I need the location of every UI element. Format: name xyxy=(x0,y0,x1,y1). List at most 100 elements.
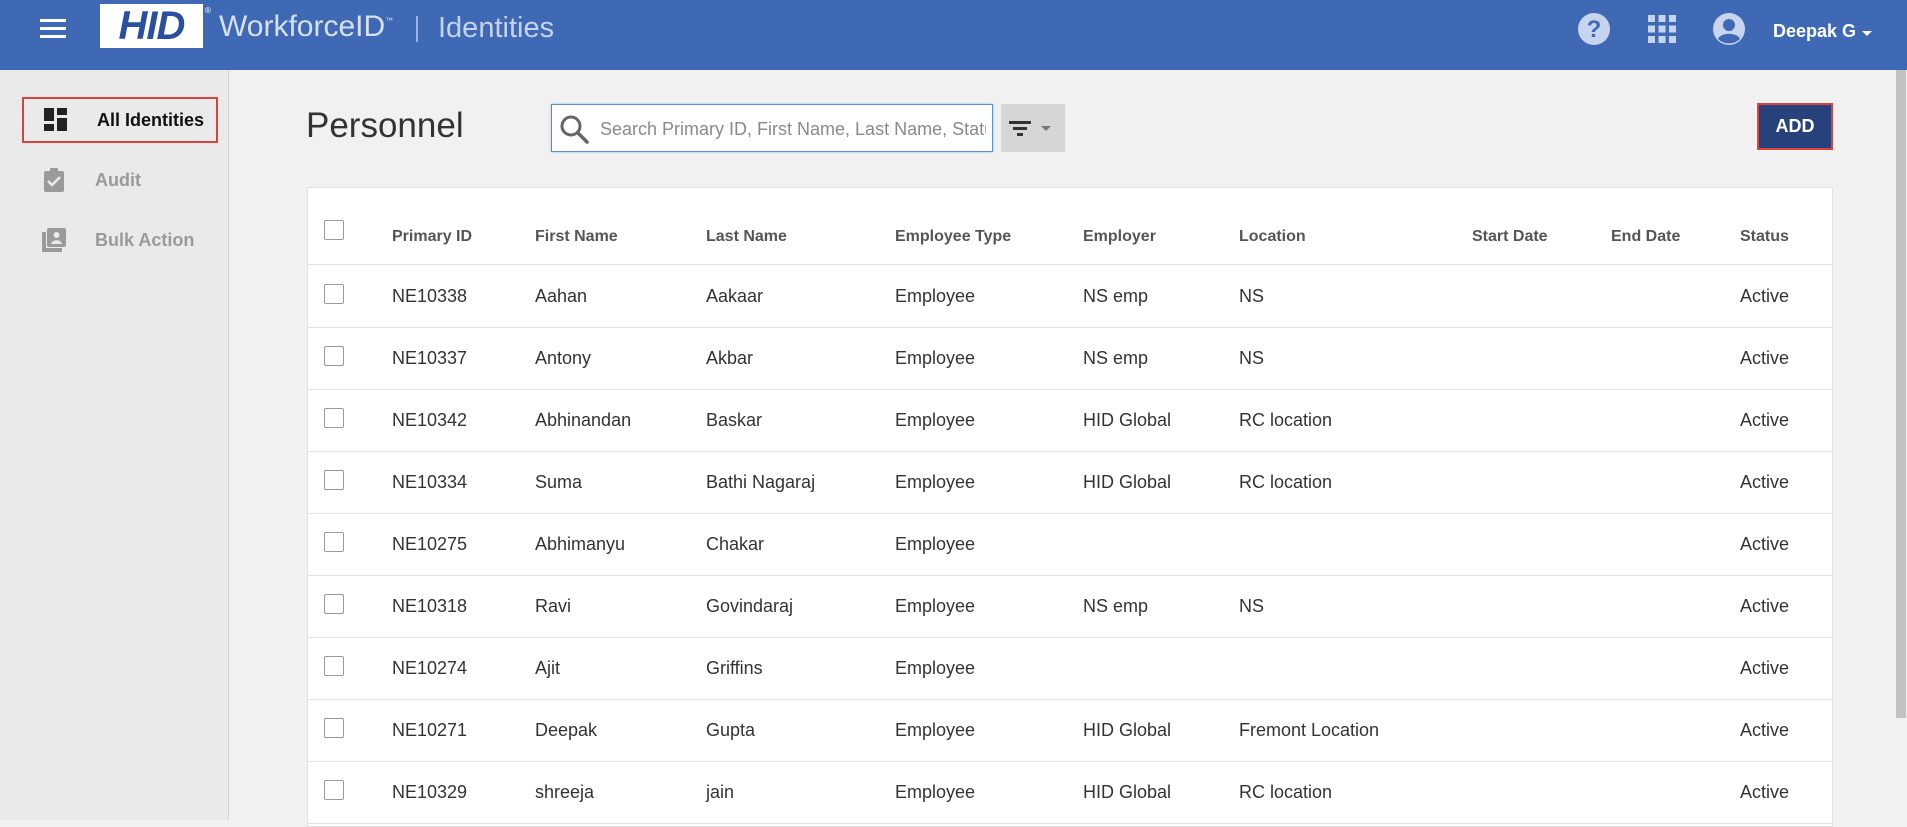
cell-primary-id: NE10271 xyxy=(392,720,468,740)
svg-text:?: ? xyxy=(1587,16,1602,43)
scrollbar-thumb[interactable] xyxy=(1896,70,1906,718)
column-header-employer[interactable]: Employer xyxy=(1083,228,1156,246)
cell-employer: HID Global xyxy=(1083,472,1172,492)
cell-first-name: Aahan xyxy=(535,286,588,306)
column-header-last-name[interactable]: Last Name xyxy=(706,228,787,246)
table-row[interactable]: NE10271 Deepak Gupta Employee HID Global… xyxy=(308,699,1832,762)
cell-employee-type: Employee xyxy=(895,596,976,616)
logo-text: HID xyxy=(118,3,186,48)
row-checkbox[interactable] xyxy=(324,718,344,738)
cell-first-name: Deepak xyxy=(535,720,598,740)
user-menu[interactable]: Deepak G xyxy=(1773,21,1856,42)
sidebar-item-audit[interactable]: Audit xyxy=(22,157,218,203)
account-icon[interactable] xyxy=(1712,12,1746,51)
cell-first-name: Suma xyxy=(535,472,583,492)
cell-employer: HID Global xyxy=(1083,720,1172,740)
header-divider xyxy=(416,16,418,42)
help-icon[interactable]: ? xyxy=(1577,12,1611,51)
column-header-end-date[interactable]: End Date xyxy=(1611,228,1680,246)
cell-last-name: Gupta xyxy=(706,720,756,740)
row-checkbox[interactable] xyxy=(324,532,344,552)
cell-last-name: jain xyxy=(706,782,735,802)
cell-primary-id: NE10334 xyxy=(392,472,468,492)
row-checkbox[interactable] xyxy=(324,780,344,800)
sidebar: All Identities Audit Bulk Action xyxy=(0,70,229,820)
chevron-down-icon xyxy=(1041,126,1051,131)
select-all-checkbox[interactable] xyxy=(324,220,344,240)
cell-employee-type: Employee xyxy=(895,782,976,802)
cell-status: Active xyxy=(1740,782,1790,802)
sidebar-item-label: Bulk Action xyxy=(95,229,195,250)
product-name: WorkforceID™ xyxy=(219,10,393,44)
module-title: Identities xyxy=(438,12,555,44)
cell-first-name: shreeja xyxy=(535,782,595,802)
cell-employee-type: Employee xyxy=(895,534,976,554)
column-header-first-name[interactable]: First Name xyxy=(535,228,618,246)
cell-primary-id: NE10329 xyxy=(392,782,468,802)
dashboard-icon xyxy=(44,108,67,131)
cell-employee-type: Employee xyxy=(895,348,976,368)
cell-location: RC location xyxy=(1239,472,1333,492)
cell-primary-id: NE10274 xyxy=(392,658,468,678)
cell-employee-type: Employee xyxy=(895,286,976,306)
cell-last-name: Aakaar xyxy=(706,286,764,306)
cell-employee-type: Employee xyxy=(895,410,976,430)
column-header-employee-type[interactable]: Employee Type xyxy=(895,228,1011,246)
filter-icon xyxy=(1009,121,1031,136)
page-title: Personnel xyxy=(306,106,464,145)
table-row[interactable]: NE10318 Ravi Govindaraj Employee NS emp … xyxy=(308,575,1832,638)
table-row[interactable]: NE10337 Antony Akbar Employee NS emp NS … xyxy=(308,327,1832,390)
cell-status: Active xyxy=(1740,596,1790,616)
user-list-icon xyxy=(42,228,66,252)
cell-first-name: Abhimanyu xyxy=(535,534,626,554)
column-header-status[interactable]: Status xyxy=(1740,228,1789,246)
cell-location: RC location xyxy=(1239,410,1333,430)
cell-status: Active xyxy=(1740,348,1790,368)
table-row[interactable]: NE10274 Ajit Griffins Employee Active xyxy=(308,637,1832,700)
column-header-location[interactable]: Location xyxy=(1239,228,1306,246)
table-row[interactable]: NE10329 shreeja jain Employee HID Global… xyxy=(308,761,1832,824)
cell-last-name: Griffins xyxy=(706,658,763,678)
cell-location: NS xyxy=(1239,286,1265,306)
cell-last-name: Akbar xyxy=(706,348,754,368)
filter-button[interactable] xyxy=(1001,104,1065,152)
cell-status: Active xyxy=(1740,658,1790,678)
column-header-primary-id[interactable]: Primary ID xyxy=(392,228,472,246)
row-checkbox[interactable] xyxy=(324,408,344,428)
table-row[interactable]: NE10275 Abhimanyu Chakar Employee Active xyxy=(308,513,1832,576)
identities-table: Primary ID First Name Last Name Employee… xyxy=(307,187,1833,827)
cell-last-name: Chakar xyxy=(706,534,765,554)
caret-down-icon[interactable] xyxy=(1862,31,1872,36)
vertical-scrollbar[interactable] xyxy=(1893,70,1907,820)
row-checkbox[interactable] xyxy=(324,284,344,304)
logo-registered-mark: ® xyxy=(205,6,211,15)
sidebar-item-all-identities[interactable]: All Identities xyxy=(22,97,218,143)
product-label: WorkforceID xyxy=(219,10,386,43)
row-checkbox[interactable] xyxy=(324,594,344,614)
table-row[interactable]: NE10334 Suma Bathi Nagaraj Employee HID … xyxy=(308,451,1832,514)
cell-location: NS xyxy=(1239,596,1265,616)
trademark-mark: ™ xyxy=(385,16,394,25)
row-checkbox[interactable] xyxy=(324,470,344,490)
table-row[interactable]: NE10342 Abhinandan Baskar Employee HID G… xyxy=(308,389,1832,452)
sidebar-item-label: All Identities xyxy=(97,109,205,130)
column-header-start-date[interactable]: Start Date xyxy=(1472,228,1548,246)
cell-location: NS xyxy=(1239,348,1265,368)
table-row[interactable]: NE10338 Aahan Aakaar Employee NS emp NS … xyxy=(308,265,1832,328)
sidebar-item-bulk-action[interactable]: Bulk Action xyxy=(22,217,218,263)
cell-last-name: Bathi Nagaraj xyxy=(706,472,816,492)
cell-employer: HID Global xyxy=(1083,410,1172,430)
menu-icon[interactable] xyxy=(40,19,66,39)
cell-employer: HID Global xyxy=(1083,782,1172,802)
cell-employee-type: Employee xyxy=(895,658,976,678)
row-checkbox[interactable] xyxy=(324,346,344,366)
cell-employer: NS emp xyxy=(1083,286,1149,306)
cell-first-name: Ajit xyxy=(535,658,561,678)
add-button[interactable]: ADD xyxy=(1757,103,1833,150)
cell-employee-type: Employee xyxy=(895,720,976,740)
cell-employee-type: Employee xyxy=(895,472,976,492)
row-checkbox[interactable] xyxy=(324,656,344,676)
hid-logo: HID xyxy=(100,4,203,48)
search-input[interactable] xyxy=(598,113,988,145)
apps-grid-icon[interactable] xyxy=(1648,15,1676,48)
